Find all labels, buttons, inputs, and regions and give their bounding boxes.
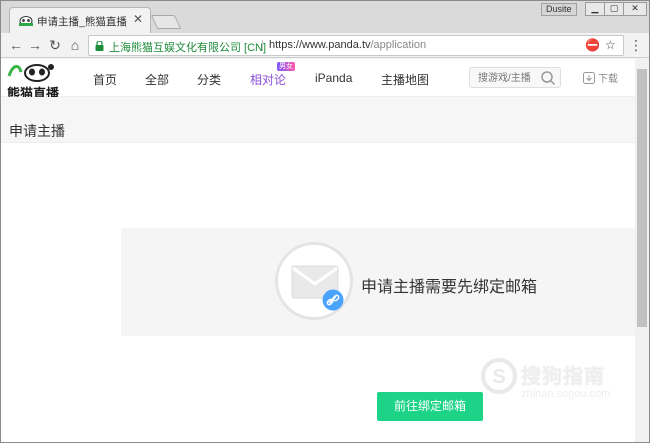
url-separator: | — [261, 39, 264, 51]
sogou-watermark: S 搜狗指南 zhinan.sogou.com — [477, 354, 635, 424]
sogou-logo-icon: S — [481, 358, 517, 394]
page-title-bar: 申请主播 — [1, 97, 635, 143]
back-arrow-icon[interactable]: ← — [7, 36, 25, 54]
home-icon[interactable]: ⌂ — [66, 36, 84, 54]
download-link[interactable]: 下载 — [583, 70, 618, 85]
watermark-subtext: zhinan.sogou.com — [521, 388, 611, 400]
page-scrollbar[interactable] — [635, 59, 649, 442]
svg-text:S: S — [492, 366, 505, 388]
kebab-menu-icon[interactable]: ⋮ — [629, 37, 643, 53]
site-search-input[interactable] — [478, 71, 540, 85]
scrollbar-thumb[interactable] — [637, 69, 647, 327]
watermark-text: 搜狗指南 — [521, 366, 605, 388]
nav-all[interactable]: 全部 — [145, 71, 169, 88]
url-host: https://www.panda.tv — [269, 39, 371, 51]
profile-badge[interactable]: Dusite — [541, 3, 577, 16]
nav-category[interactable]: 分类 — [197, 71, 221, 88]
minimize-button[interactable]: ▁ — [585, 2, 605, 16]
nav-badge: 男女 — [277, 62, 295, 71]
page-title: 申请主播 — [9, 123, 65, 139]
tab-close-icon[interactable]: ✕ — [133, 12, 143, 26]
nav-ipanda[interactable]: iPanda — [315, 71, 352, 85]
search-icon[interactable] — [540, 70, 556, 86]
url-path: /application — [370, 39, 427, 51]
browser-toolbar: ← → ↻ ⌂ 上海熊猫互娱文化有限公司 [CN] | https://www.… — [1, 33, 649, 58]
browser-window: 申请主播_熊猫直播_泛娱 ✕ Dusite ▁ ▢ ✕ ← → ↻ ⌂ 上海熊猫… — [0, 0, 650, 443]
forward-arrow-icon[interactable]: → — [26, 36, 44, 54]
notice-illustration — [275, 242, 353, 320]
nav-home[interactable]: 首页 — [93, 71, 117, 88]
certificate-label: 上海熊猫互娱文化有限公司 [CN] — [109, 42, 267, 54]
nav-streamer-map[interactable]: 主播地图 — [381, 71, 429, 88]
close-window-button[interactable]: ✕ — [623, 2, 647, 16]
panda-favicon-icon — [19, 16, 33, 26]
extension-block-icon[interactable]: ⛔ — [585, 38, 600, 52]
panda-logo-icon — [7, 64, 54, 82]
site-header: 熊猫直播 首页 全部 分类 相对论 男女 iPanda 主播地图 搜游戏/主播 … — [1, 59, 635, 101]
address-bar[interactable]: 上海熊猫互娱文化有限公司 [CN] | https://www.panda.tv… — [88, 35, 624, 56]
bind-email-button[interactable]: 前往绑定邮箱 — [377, 392, 483, 421]
notice-text: 申请主播需要先绑定邮箱 — [361, 279, 538, 296]
bookmark-star-icon[interactable]: ☆ — [605, 38, 616, 52]
page-viewport: 熊猫直播 首页 全部 分类 相对论 男女 iPanda 主播地图 搜游戏/主播 … — [1, 59, 635, 442]
site-logo[interactable]: 熊猫直播 — [7, 62, 63, 101]
lock-icon — [95, 41, 104, 51]
site-search — [469, 67, 561, 88]
reload-icon[interactable]: ↻ — [46, 36, 64, 54]
link-icon — [322, 289, 344, 311]
download-label: 下载 — [598, 74, 618, 85]
restore-button[interactable]: ▢ — [604, 2, 624, 16]
new-tab-button[interactable] — [150, 15, 182, 29]
url-text: https://www.panda.tv/application — [269, 39, 426, 51]
title-bar: 申请主播_熊猫直播_泛娱 ✕ Dusite ▁ ▢ ✕ — [1, 1, 649, 33]
browser-tab[interactable]: 申请主播_熊猫直播_泛娱 ✕ — [9, 7, 151, 33]
tab-title: 申请主播_熊猫直播_泛娱 — [37, 16, 127, 28]
nav-relativity[interactable]: 相对论 — [250, 71, 286, 88]
download-icon — [583, 72, 595, 84]
email-notice-box: 申请主播需要先绑定邮箱 — [121, 228, 635, 336]
